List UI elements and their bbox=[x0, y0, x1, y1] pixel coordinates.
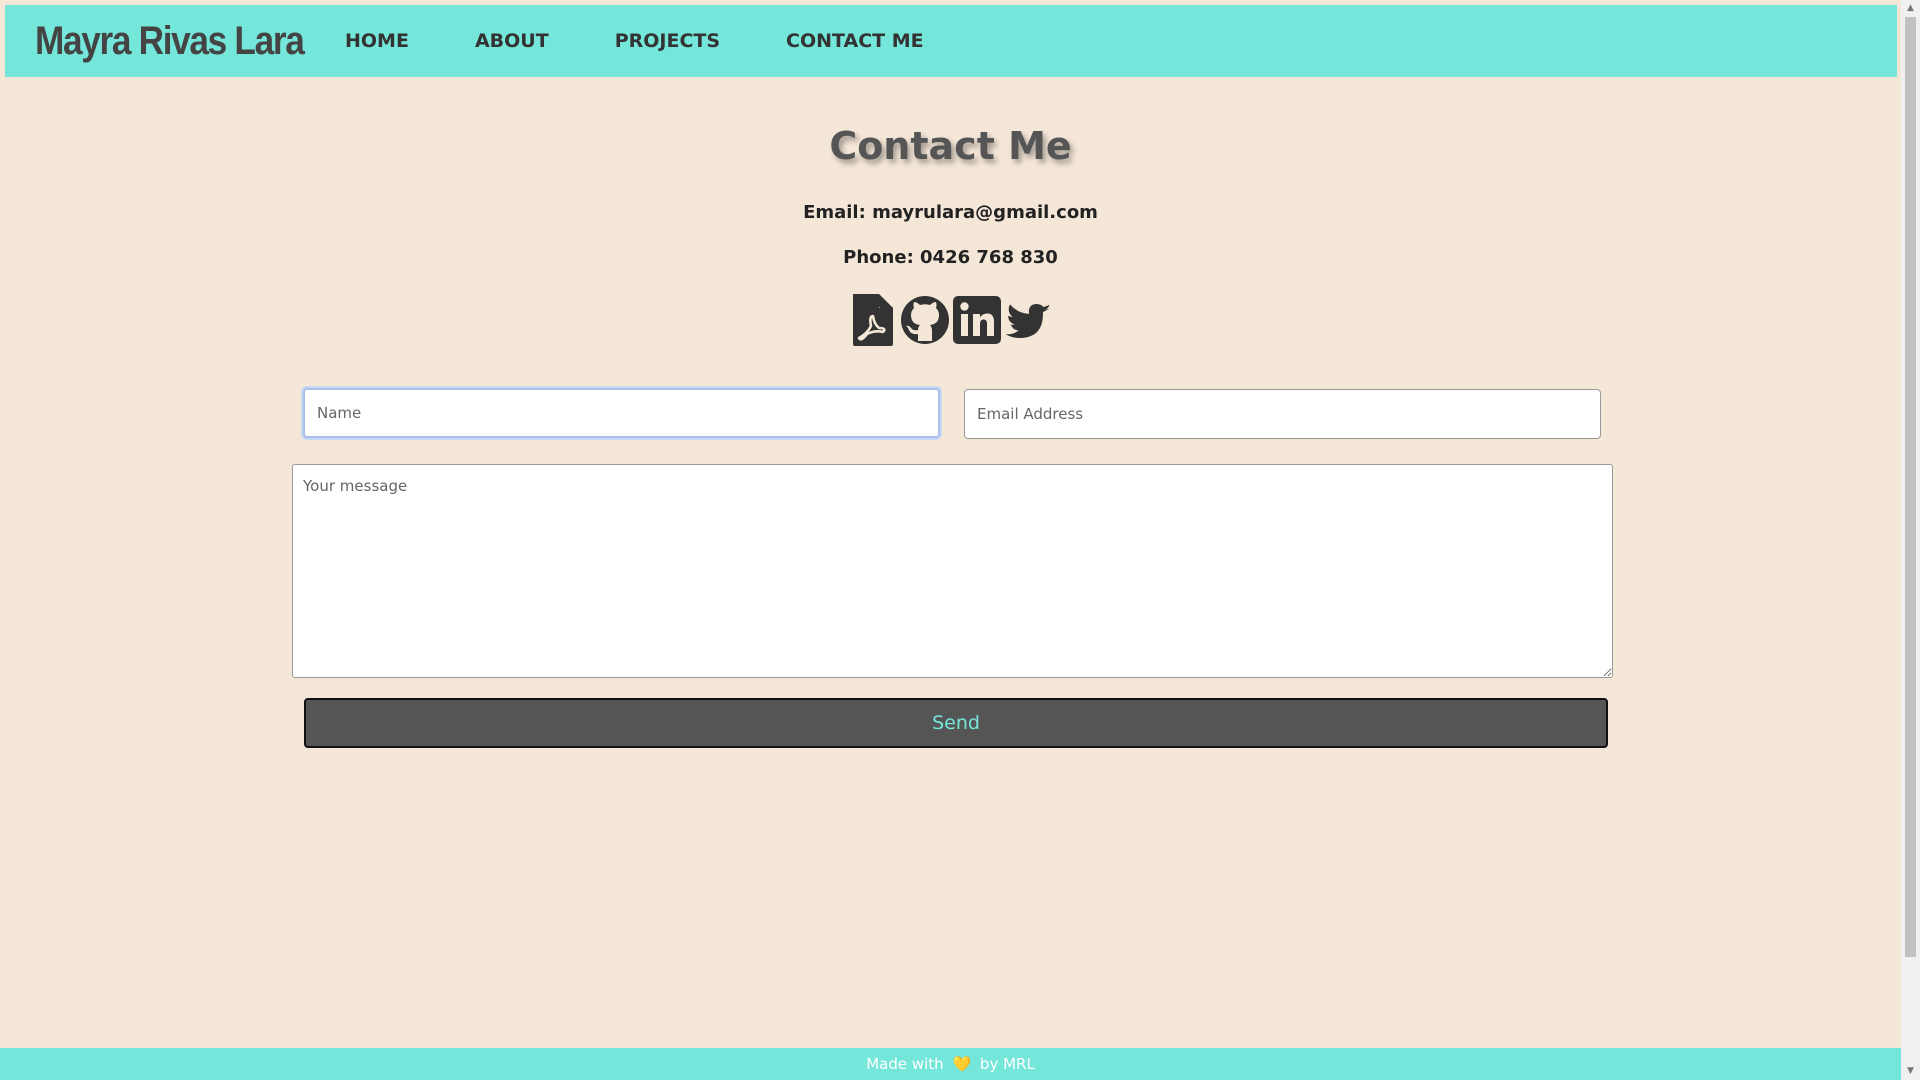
nav-links: HOME ABOUT PROJECTS CONTACT ME bbox=[345, 30, 990, 52]
heart-icon: 💛 bbox=[952, 1055, 972, 1073]
site-brand[interactable]: Mayra Rivas Lara bbox=[35, 19, 305, 64]
page-title: Contact Me bbox=[829, 124, 1072, 168]
github-icon[interactable] bbox=[900, 294, 949, 346]
nav-link-home[interactable]: HOME bbox=[345, 30, 409, 52]
nav-link-contact[interactable]: CONTACT ME bbox=[786, 30, 924, 52]
footer-suffix: by MRL bbox=[979, 1055, 1035, 1073]
nav-link-projects[interactable]: PROJECTS bbox=[615, 30, 720, 52]
social-links bbox=[0, 294, 1901, 346]
footer: Made with 💛 by MRL bbox=[0, 1048, 1901, 1080]
message-textarea[interactable] bbox=[292, 464, 1613, 678]
scrollbar-thumb[interactable] bbox=[1905, 17, 1916, 957]
contact-phone: Phone: 0426 768 830 bbox=[843, 247, 1058, 268]
linkedin-icon[interactable] bbox=[952, 294, 1001, 346]
vertical-scrollbar[interactable]: ▲ ▼ bbox=[1901, 0, 1920, 1080]
scroll-down-arrow-icon[interactable]: ▼ bbox=[1901, 1063, 1920, 1080]
twitter-icon[interactable] bbox=[1005, 294, 1053, 346]
name-input[interactable] bbox=[303, 388, 940, 438]
nav-link-about[interactable]: ABOUT bbox=[475, 30, 549, 52]
scroll-up-arrow-icon[interactable]: ▲ bbox=[1901, 0, 1920, 17]
page: Mayra Rivas Lara HOME ABOUT PROJECTS CON… bbox=[0, 0, 1901, 1080]
top-navbar: Mayra Rivas Lara HOME ABOUT PROJECTS CON… bbox=[5, 5, 1897, 77]
email-address-input[interactable] bbox=[964, 389, 1601, 439]
contact-email: Email: mayrulara@gmail.com bbox=[803, 202, 1098, 223]
pdf-resume-icon[interactable] bbox=[849, 294, 897, 346]
send-button[interactable]: Send bbox=[304, 698, 1608, 748]
footer-prefix: Made with bbox=[866, 1055, 944, 1073]
